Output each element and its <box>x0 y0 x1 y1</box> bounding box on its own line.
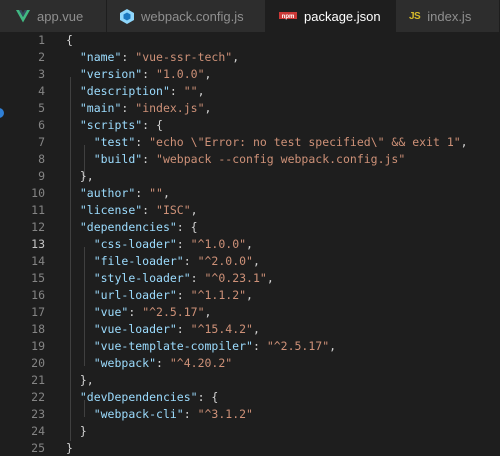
code-text: "main": "index.js", <box>79 101 212 115</box>
code-text: "description": "", <box>79 84 205 98</box>
code-line: 13 "css-loader": "^1.0.0", <box>0 236 500 253</box>
line-number: 21 <box>31 373 45 387</box>
line-number: 11 <box>31 203 45 217</box>
webpack-icon <box>120 8 134 24</box>
code-line: 7 "test": "echo \"Error: no test specifi… <box>0 134 500 151</box>
code-text: "author": "", <box>79 186 170 200</box>
line-number: 23 <box>31 407 45 421</box>
code-line: 14 "file-loader": "^2.0.0", <box>0 253 500 270</box>
code-line: 9 }, <box>0 168 500 185</box>
line-number: 4 <box>38 84 45 98</box>
code-text: "name": "vue-ssr-tech", <box>79 50 240 64</box>
code-text: } <box>66 441 73 455</box>
code-line: 15 "style-loader": "^0.23.1", <box>0 270 500 287</box>
line-number: 6 <box>38 118 45 132</box>
code-text: "webpack": "^4.20.2" <box>93 356 233 370</box>
code-line: 12 "dependencies": { <box>0 219 500 236</box>
code-text: "devDependencies": { <box>79 390 219 404</box>
code-line: 23 "webpack-cli": "^3.1.2" <box>0 406 500 423</box>
line-number: 25 <box>31 441 45 455</box>
line-number: 16 <box>31 288 45 302</box>
js-icon: JS <box>409 10 421 22</box>
code-line: 16 "url-loader": "^1.1.2", <box>0 287 500 304</box>
code-text: "webpack-cli": "^3.1.2" <box>93 407 253 421</box>
code-text: }, <box>79 373 94 387</box>
code-text: "style-loader": "^0.23.1", <box>93 271 274 285</box>
code-text: "vue": "^2.5.17", <box>93 305 212 319</box>
line-number: 9 <box>38 169 45 183</box>
code-line: 18 "vue-loader": "^15.4.2", <box>0 321 500 338</box>
code-text: { <box>66 33 73 47</box>
code-line: 6 "scripts": { <box>0 117 500 134</box>
line-number: 18 <box>31 322 45 336</box>
code-text: "build": "webpack --config webpack.confi… <box>93 152 406 166</box>
code-line: 2 "name": "vue-ssr-tech", <box>0 49 500 66</box>
code-text: "vue-template-compiler": "^2.5.17", <box>93 339 337 353</box>
code-text: "dependencies": { <box>79 220 198 234</box>
code-text: "test": "echo \"Error: no test specified… <box>93 135 468 149</box>
line-number: 5 <box>38 101 45 115</box>
code-line: 25 } <box>0 440 500 456</box>
code-line: 3 "version": "1.0.0", <box>0 66 500 83</box>
tab-label: index.js <box>427 8 472 24</box>
line-number: 17 <box>31 305 45 319</box>
code-line: 4 "description": "", <box>0 83 500 100</box>
tab-app-vue[interactable]: app.vue <box>0 0 107 32</box>
line-number: 15 <box>31 271 45 285</box>
editor-tab-bar: app.vue webpack.config.js npm package.js… <box>0 0 500 32</box>
code-line: 20 "webpack": "^4.20.2" <box>0 355 500 372</box>
line-number: 2 <box>38 50 45 64</box>
tab-label: package.json <box>304 8 381 24</box>
line-number: 8 <box>38 152 45 166</box>
tab-webpack-config-js[interactable]: webpack.config.js <box>107 0 266 32</box>
code-text: "version": "1.0.0", <box>79 67 212 81</box>
code-text: "vue-loader": "^15.4.2", <box>93 322 260 336</box>
line-number: 14 <box>31 254 45 268</box>
line-number: 12 <box>31 220 45 234</box>
code-line: 24 } <box>0 423 500 440</box>
line-number: 22 <box>31 390 45 404</box>
line-number: 13 <box>31 237 45 251</box>
code-line: 22 "devDependencies": { <box>0 389 500 406</box>
code-line: 21 }, <box>0 372 500 389</box>
npm-badge-text: npm <box>282 14 295 20</box>
code-text: "css-loader": "^1.0.0", <box>93 237 253 251</box>
line-number: 1 <box>38 33 45 47</box>
vue-icon <box>16 9 30 23</box>
code-text: "license": "ISC", <box>79 203 198 217</box>
tab-package-json[interactable]: npm package.json <box>266 0 396 32</box>
line-number: 10 <box>31 186 45 200</box>
code-line: 8 "build": "webpack --config webpack.con… <box>0 151 500 168</box>
line-number: 24 <box>31 424 45 438</box>
code-line: 5 "main": "index.js", <box>0 100 500 117</box>
code-text: "url-loader": "^1.1.2", <box>93 288 253 302</box>
code-text: "file-loader": "^2.0.0", <box>93 254 260 268</box>
line-number: 20 <box>31 356 45 370</box>
line-number: 19 <box>31 339 45 353</box>
line-number: 7 <box>38 135 45 149</box>
tab-label: webpack.config.js <box>141 8 244 24</box>
code-line: 1 { <box>0 32 500 49</box>
tab-label: app.vue <box>37 8 84 24</box>
code-line: 11 "license": "ISC", <box>0 202 500 219</box>
code-line: 17 "vue": "^2.5.17", <box>0 304 500 321</box>
code-editor[interactable]: 1 { 2 "name": "vue-ssr-tech", 3 "version… <box>0 32 500 456</box>
code-text: "scripts": { <box>79 118 163 132</box>
code-text: }, <box>79 169 94 183</box>
code-line: 10 "author": "", <box>0 185 500 202</box>
code-line: 19 "vue-template-compiler": "^2.5.17", <box>0 338 500 355</box>
line-number: 3 <box>38 67 45 81</box>
tab-index-js[interactable]: JS index.js <box>396 0 500 32</box>
npm-icon: npm <box>279 12 297 20</box>
code-text: } <box>79 424 87 438</box>
